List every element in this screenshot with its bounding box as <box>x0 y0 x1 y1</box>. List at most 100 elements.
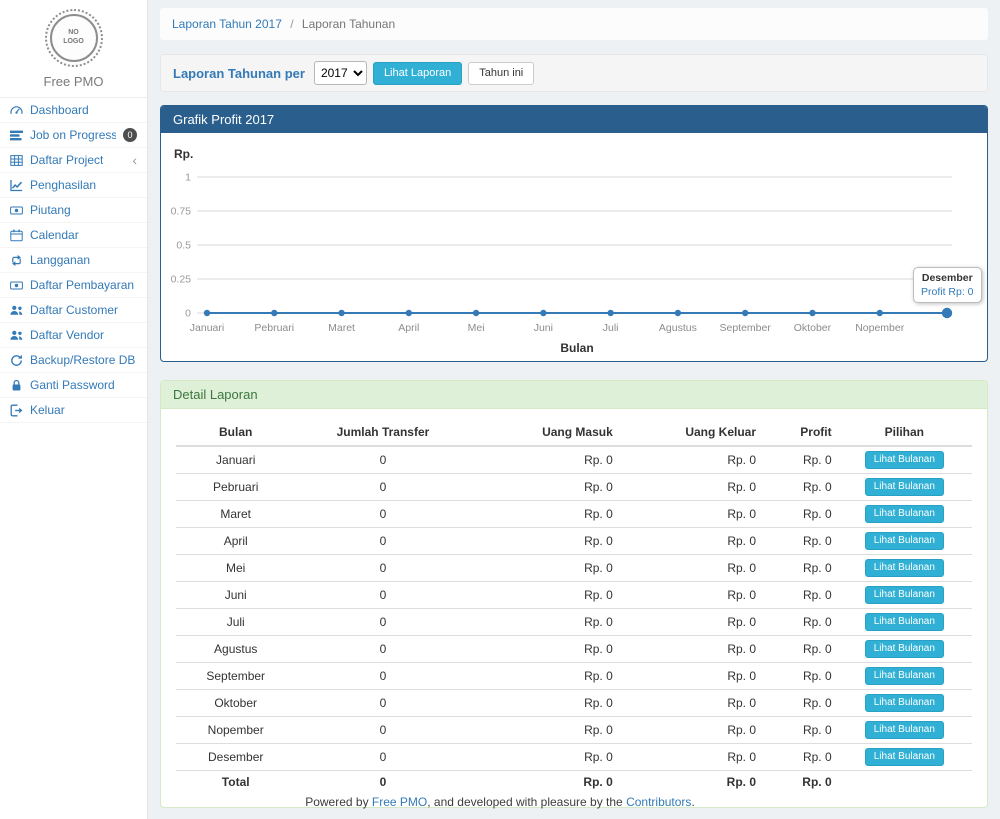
report-table-wrapper: Bulan Jumlah Transfer Uang Masuk Uang Ke… <box>161 409 987 807</box>
line-chart-icon <box>10 179 23 192</box>
cell-jumlah-transfer: 0 <box>295 501 470 528</box>
cell-pilihan: Lihat Bulanan <box>837 528 972 555</box>
svg-text:September: September <box>719 322 771 334</box>
sidebar-item-label: Daftar Pembayaran <box>30 278 134 292</box>
table-header-row: Bulan Jumlah Transfer Uang Masuk Uang Ke… <box>176 419 972 446</box>
cell-uang-keluar: Rp. 0 <box>618 717 761 744</box>
lihat-bulanan-button[interactable]: Lihat Bulanan <box>865 694 944 712</box>
cell-uang-keluar: Rp. 0 <box>618 609 761 636</box>
sidebar-item-penghasilan[interactable]: Penghasilan <box>0 173 147 198</box>
sidebar-item-daftar-pembayaran[interactable]: Daftar Pembayaran <box>0 273 147 298</box>
total-pilihan <box>837 771 972 794</box>
total-uang-masuk: Rp. 0 <box>471 771 618 794</box>
cell-uang-keluar: Rp. 0 <box>618 555 761 582</box>
cell-jumlah-transfer: 0 <box>295 717 470 744</box>
no-logo-stamp: NO LOGO <box>50 14 98 62</box>
sidebar-item-label: Ganti Password <box>30 378 115 392</box>
svg-text:Maret: Maret <box>328 322 355 334</box>
col-header-bulan: Bulan <box>176 419 295 446</box>
lihat-bulanan-button[interactable]: Lihat Bulanan <box>865 586 944 604</box>
sidebar-item-label: Daftar Project <box>30 153 103 167</box>
sidebar-item-job-on-progress[interactable]: Job on Progress0 <box>0 123 147 148</box>
cell-pilihan: Lihat Bulanan <box>837 555 972 582</box>
lihat-laporan-button[interactable]: Lihat Laporan <box>373 62 462 85</box>
cell-profit: Rp. 0 <box>761 474 837 501</box>
cell-bulan: Maret <box>176 501 295 528</box>
lihat-bulanan-button[interactable]: Lihat Bulanan <box>865 613 944 631</box>
cell-bulan: Pebruari <box>176 474 295 501</box>
cell-uang-keluar: Rp. 0 <box>618 690 761 717</box>
sidebar-item-label: Calendar <box>30 228 79 242</box>
sidebar: NO LOGO Free PMO Dashboard Job on Progres… <box>0 0 148 819</box>
breadcrumb-current: Laporan Tahunan <box>302 17 395 31</box>
profit-chart: Rp.10.750.50.250JanuariPebruariMaretApri… <box>171 141 977 357</box>
cell-jumlah-transfer: 0 <box>295 690 470 717</box>
lihat-bulanan-button[interactable]: Lihat Bulanan <box>865 640 944 658</box>
cell-uang-keluar: Rp. 0 <box>618 744 761 771</box>
cell-bulan: Nopember <box>176 717 295 744</box>
cell-profit: Rp. 0 <box>761 690 837 717</box>
col-header-uang-masuk: Uang Masuk <box>471 419 618 446</box>
sidebar-item-keluar[interactable]: Keluar <box>0 398 147 423</box>
lihat-bulanan-button[interactable]: Lihat Bulanan <box>865 451 944 469</box>
cell-uang-masuk: Rp. 0 <box>471 501 618 528</box>
sidebar-item-dashboard[interactable]: Dashboard <box>0 98 147 123</box>
cell-profit: Rp. 0 <box>761 582 837 609</box>
sidebar-item-label: Daftar Vendor <box>30 328 104 342</box>
detail-report-panel: Detail Laporan Bulan Jumlah Transfer Uan… <box>160 380 988 808</box>
lihat-bulanan-button[interactable]: Lihat Bulanan <box>865 478 944 496</box>
lihat-bulanan-button[interactable]: Lihat Bulanan <box>865 532 944 550</box>
table-row-nopember: Nopember0Rp. 0Rp. 0Rp. 0Lihat Bulanan <box>176 717 972 744</box>
sidebar-item-daftar-project[interactable]: Daftar Project‹ <box>0 148 147 173</box>
tahun-ini-button[interactable]: Tahun ini <box>468 62 534 85</box>
app-root: NO LOGO Free PMO Dashboard Job on Progres… <box>0 0 1000 819</box>
cell-jumlah-transfer: 0 <box>295 528 470 555</box>
free-pmo-link[interactable]: Free PMO <box>372 795 427 809</box>
sidebar-item-label: Dashboard <box>30 103 89 117</box>
sidebar-item-label: Penghasilan <box>30 178 96 192</box>
sidebar-item-backup-restore-db[interactable]: Backup/Restore DB <box>0 348 147 373</box>
cell-bulan: Januari <box>176 446 295 474</box>
chart-tooltip: Desember Profit Rp: 0 <box>913 267 982 303</box>
retweet-icon <box>10 254 23 267</box>
contributors-link[interactable]: Contributors <box>626 795 691 809</box>
sidebar-item-daftar-customer[interactable]: Daftar Customer <box>0 298 147 323</box>
cell-profit: Rp. 0 <box>761 446 837 474</box>
cell-jumlah-transfer: 0 <box>295 636 470 663</box>
sidebar-item-ganti-password[interactable]: Ganti Password <box>0 373 147 398</box>
money-icon <box>10 279 23 292</box>
footer: Powered by Free PMO, and developed with … <box>0 795 1000 809</box>
sidebar-item-piutang[interactable]: Piutang <box>0 198 147 223</box>
cell-uang-masuk: Rp. 0 <box>471 717 618 744</box>
sidebar-item-label: Piutang <box>30 203 71 217</box>
sidebar-item-daftar-vendor[interactable]: Daftar Vendor <box>0 323 147 348</box>
col-header-jumlah-transfer: Jumlah Transfer <box>295 419 470 446</box>
year-select[interactable]: 2017 <box>314 61 367 85</box>
sidebar-item-calendar[interactable]: Calendar <box>0 223 147 248</box>
svg-text:0: 0 <box>185 308 191 320</box>
brand: NO LOGO Free PMO <box>0 0 147 98</box>
table-row-mei: Mei0Rp. 0Rp. 0Rp. 0Lihat Bulanan <box>176 555 972 582</box>
report-table: Bulan Jumlah Transfer Uang Masuk Uang Ke… <box>176 419 972 793</box>
svg-text:Rp.: Rp. <box>174 147 193 161</box>
footer-text-suffix: . <box>691 795 694 809</box>
cell-bulan: Juli <box>176 609 295 636</box>
sidebar-item-langganan[interactable]: Langganan <box>0 248 147 273</box>
cell-uang-keluar: Rp. 0 <box>618 474 761 501</box>
lihat-bulanan-button[interactable]: Lihat Bulanan <box>865 559 944 577</box>
lihat-bulanan-button[interactable]: Lihat Bulanan <box>865 721 944 739</box>
svg-text:Pebruari: Pebruari <box>254 322 294 334</box>
breadcrumb-link-laporan-tahun[interactable]: Laporan Tahun 2017 <box>172 17 282 31</box>
lihat-bulanan-button[interactable]: Lihat Bulanan <box>865 667 944 685</box>
main-content: Laporan Tahun 2017 / Laporan Tahunan Lap… <box>148 0 1000 819</box>
table-row-september: September0Rp. 0Rp. 0Rp. 0Lihat Bulanan <box>176 663 972 690</box>
table-row-pebruari: Pebruari0Rp. 0Rp. 0Rp. 0Lihat Bulanan <box>176 474 972 501</box>
svg-text:Mei: Mei <box>468 322 485 334</box>
sidebar-item-label: Langganan <box>30 253 90 267</box>
cell-jumlah-transfer: 0 <box>295 663 470 690</box>
footer-text-prefix: Powered by <box>305 795 372 809</box>
lihat-bulanan-button[interactable]: Lihat Bulanan <box>865 505 944 523</box>
cell-uang-masuk: Rp. 0 <box>471 474 618 501</box>
lihat-bulanan-button[interactable]: Lihat Bulanan <box>865 748 944 766</box>
users-icon <box>10 304 23 317</box>
